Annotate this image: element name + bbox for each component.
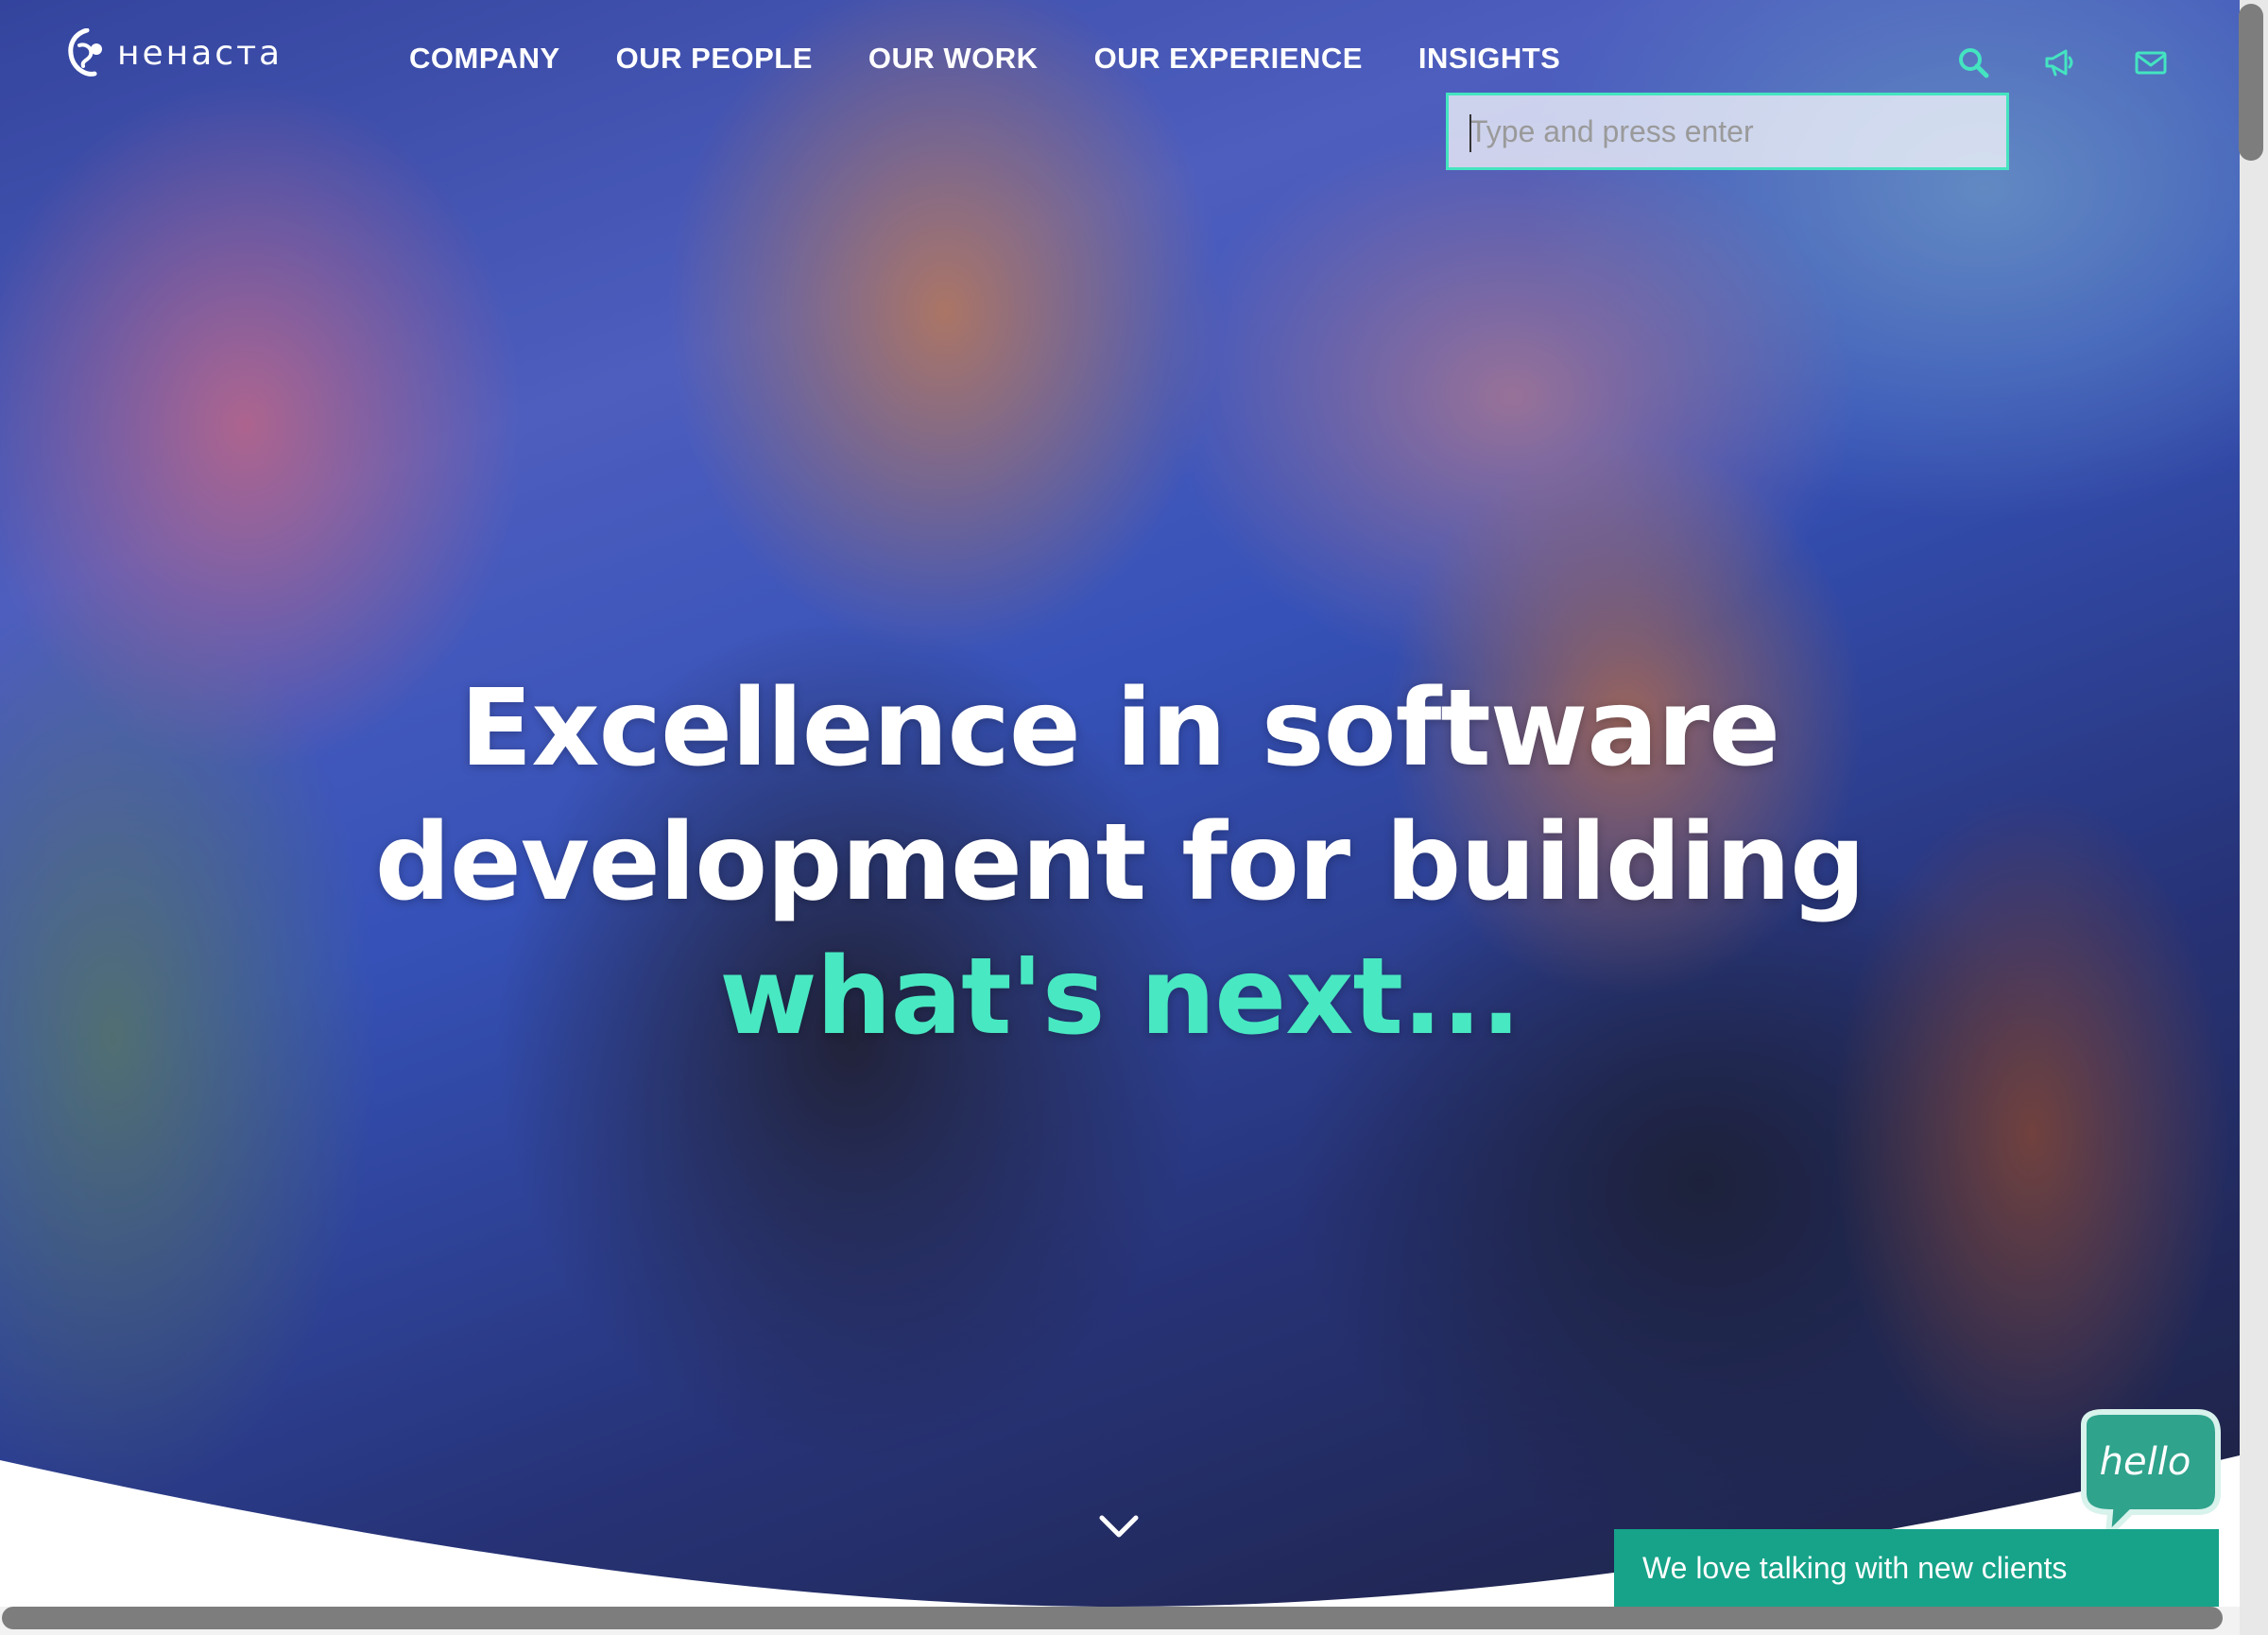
logo-text: нeнacтa bbox=[117, 33, 284, 73]
nav-item-insights[interactable]: INSIGHTS bbox=[1418, 42, 1560, 76]
horizontal-scrollbar-thumb[interactable] bbox=[2, 1607, 2223, 1629]
nav-item-our-experience[interactable]: OUR EXPERIENCE bbox=[1094, 42, 1363, 76]
main-nav: COMPANY OUR PEOPLE OUR WORK OUR EXPERIEN… bbox=[409, 42, 1616, 76]
megaphone-icon[interactable] bbox=[2043, 45, 2077, 79]
logo-icon bbox=[68, 28, 102, 77]
search-icon[interactable] bbox=[1956, 45, 1990, 79]
chevron-down-icon[interactable] bbox=[1098, 1512, 1140, 1540]
page: нeнacтa COMPANY OUR PEOPLE OUR WORK OUR … bbox=[0, 0, 2268, 1635]
chat-bubble-text: hello bbox=[2099, 1440, 2191, 1484]
mail-icon[interactable] bbox=[2134, 45, 2168, 79]
chat-open-button[interactable]: We love talking with new clients bbox=[1614, 1529, 2219, 1607]
nav-item-our-people[interactable]: OUR PEOPLE bbox=[616, 42, 813, 76]
hero-headline-line-1: Excellence in software bbox=[459, 667, 1780, 790]
brand-logo[interactable]: нeнacтa bbox=[66, 28, 283, 77]
text-cursor bbox=[1469, 114, 1471, 152]
header-icon-group bbox=[1956, 45, 2174, 83]
hero-headline: Excellence in software development for b… bbox=[175, 662, 2065, 1064]
search-box bbox=[1446, 93, 2009, 170]
vertical-scrollbar-thumb[interactable] bbox=[2239, 4, 2263, 161]
hero-headline-line-2: development for building bbox=[374, 801, 1866, 924]
chat-bar-label: We love talking with new clients bbox=[1642, 1550, 2068, 1585]
hero-headline-accent: what's next... bbox=[719, 936, 1521, 1058]
vertical-scrollbar-track[interactable] bbox=[2240, 0, 2268, 1635]
nav-item-company[interactable]: COMPANY bbox=[409, 42, 560, 76]
nav-item-our-work[interactable]: OUR WORK bbox=[868, 42, 1039, 76]
search-input[interactable] bbox=[1449, 95, 2006, 167]
